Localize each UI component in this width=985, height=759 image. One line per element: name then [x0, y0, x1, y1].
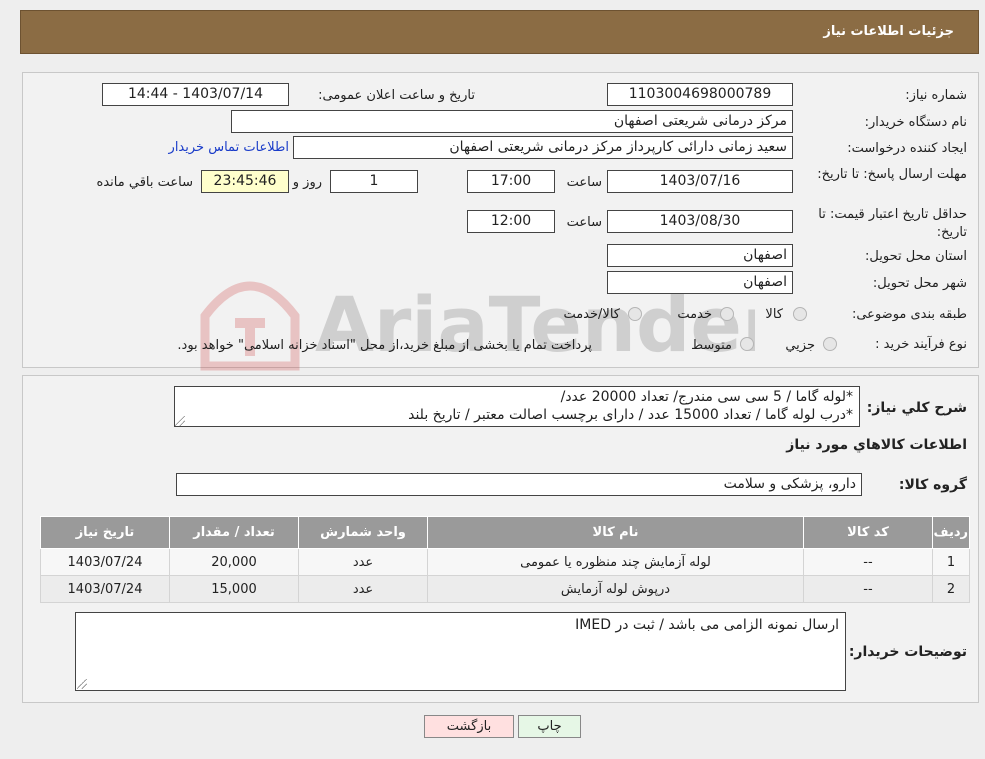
table-row: 1 -- لوله آزمایش چند منظوره یا عمومی عدد… — [40, 548, 970, 576]
need-number-label: شماره نیاز: — [905, 88, 967, 103]
description-line-2: *درب لوله گاما / تعداد 15000 عدد / دارای… — [408, 407, 853, 423]
buyer-org-field: مرکز درمانی شریعتی اصفهان — [231, 110, 793, 133]
resize-grip-icon[interactable] — [77, 679, 87, 689]
buyer-notes-label: توضیحات خریدار: — [848, 644, 967, 660]
buyer-notes-textarea[interactable]: ارسال نمونه الزامی می باشد / ثبت در IMED — [75, 612, 846, 691]
col-unit: واحد شمارش — [298, 516, 428, 549]
remaining-time-field: 23:45:46 — [201, 170, 289, 193]
col-item-name: نام کالا — [427, 516, 804, 549]
cell-quantity: 15,000 — [169, 575, 299, 603]
col-quantity: تعداد / مقدار — [169, 516, 299, 549]
goods-group-field: دارو، پزشکی و سلامت — [176, 473, 862, 496]
description-textarea[interactable]: *لوله گاما / 5 سی سی مندرج/ تعداد 20000 … — [174, 386, 860, 427]
cell-need-date: 1403/07/24 — [40, 548, 170, 576]
resize-grip-icon[interactable] — [175, 416, 185, 426]
deadline-label: مهلت ارسال پاسخ: تا تاریخ: — [817, 167, 967, 182]
treasury-note: پرداخت تمام یا بخشی از مبلغ خرید،از محل … — [177, 338, 592, 353]
purchase-option-medium: متوسط — [691, 338, 732, 353]
buyer-notes-text: ارسال نمونه الزامی می باشد / ثبت در IMED — [575, 617, 839, 633]
table-row: 2 -- درپوش لوله آزمایش عدد 15,000 1403/0… — [40, 575, 970, 603]
category-radio-goods[interactable] — [793, 307, 807, 321]
category-label: طبقه بندی موضوعی: — [851, 307, 967, 322]
category-radio-goods-service[interactable] — [628, 307, 642, 321]
cell-unit: عدد — [298, 548, 428, 576]
cell-item-code: -- — [803, 575, 933, 603]
remaining-label: ساعت باقي مانده — [96, 175, 193, 190]
category-option-service: خدمت — [677, 307, 712, 322]
goods-heading: اطلاعات کالاهاي مورد نياز — [786, 437, 967, 453]
col-need-date: تاریخ نیاز — [40, 516, 170, 549]
category-option-goods-service: کالا/خدمت — [563, 307, 620, 322]
cell-row-number: 1 — [932, 548, 970, 576]
cell-row-number: 2 — [932, 575, 970, 603]
category-radio-service[interactable] — [720, 307, 734, 321]
deadline-date-field: 1403/07/16 — [607, 170, 793, 193]
price-validity-date-field: 1403/08/30 — [607, 210, 793, 233]
purchase-option-minor: جزیي — [785, 338, 815, 353]
purchase-type-label: نوع فرآیند خرید : — [875, 337, 967, 352]
col-item-code: کد کالا — [803, 516, 933, 549]
description-line-1: *لوله گاما / 5 سی سی مندرج/ تعداد 20000 … — [560, 389, 853, 405]
page-title: جزئیات اطلاعات نیاز — [823, 24, 954, 39]
requester-field: سعید زمانی دارائی کارپرداز مرکز درمانی ش… — [293, 136, 793, 159]
city-field: اصفهان — [607, 271, 793, 294]
cell-unit: عدد — [298, 575, 428, 603]
deadline-days-field: 1 — [330, 170, 418, 193]
announce-date-label: تاریخ و ساعت اعلان عمومی: — [318, 88, 475, 103]
back-button[interactable]: بازگشت — [424, 715, 514, 738]
cell-need-date: 1403/07/24 — [40, 575, 170, 603]
city-label: شهر محل تحویل: — [872, 276, 967, 291]
deadline-time-field: 17:00 — [467, 170, 555, 193]
table-header-row: رديف کد کالا نام کالا واحد شمارش تعداد /… — [40, 516, 970, 549]
col-row-number: رديف — [932, 516, 970, 549]
need-number-field: 1103004698000789 — [607, 83, 793, 106]
price-validity-time-field: 12:00 — [467, 210, 555, 233]
purchase-radio-medium[interactable] — [740, 337, 754, 351]
announce-date-field: 1403/07/14 - 14:44 — [102, 83, 289, 106]
buyer-contact-link[interactable]: اطلاعات تماس خریدار — [169, 140, 289, 155]
category-option-goods: کالا — [765, 307, 783, 322]
goods-group-label: گروه کالا: — [898, 477, 967, 493]
cell-quantity: 20,000 — [169, 548, 299, 576]
description-label: شرح کلي نياز: — [866, 400, 967, 416]
requester-label: ایجاد کننده درخواست: — [847, 141, 967, 156]
page-header: جزئیات اطلاعات نیاز — [20, 10, 979, 54]
province-field: اصفهان — [607, 244, 793, 267]
price-validity-time-label: ساعت — [566, 215, 602, 230]
province-label: استان محل تحویل: — [865, 249, 967, 264]
deadline-time-label: ساعت — [566, 175, 602, 190]
goods-table: رديف کد کالا نام کالا واحد شمارش تعداد /… — [40, 516, 970, 603]
cell-item-name: درپوش لوله آزمایش — [427, 575, 804, 603]
cell-item-name: لوله آزمایش چند منظوره یا عمومی — [427, 548, 804, 576]
purchase-radio-minor[interactable] — [823, 337, 837, 351]
cell-item-code: -- — [803, 548, 933, 576]
print-button[interactable]: چاپ — [518, 715, 581, 738]
buyer-org-label: نام دستگاه خریدار: — [864, 115, 967, 130]
price-validity-label: حداقل تاریخ اعتبار قیمت: تا تاریخ: — [818, 207, 967, 240]
days-label: روز و — [292, 175, 322, 190]
